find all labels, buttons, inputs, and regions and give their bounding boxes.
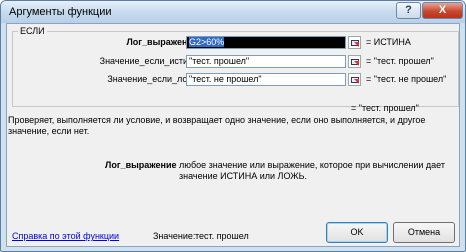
collapse-dialog-icon[interactable] <box>348 55 361 68</box>
cancel-button[interactable]: Отмена <box>393 222 455 243</box>
function-arguments-dialog: Аргументы функции ? X ЕСЛИ Лог_выражение… <box>0 0 466 252</box>
title-bar[interactable]: Аргументы функции ? X <box>1 1 465 23</box>
value-if-false-result: = "тест. не прошел" <box>366 74 447 84</box>
argument-label-value-if-false: Значение_если_ложь <box>107 74 198 84</box>
formula-value: тест. прошел <box>195 231 249 241</box>
value-if-true-result: = "тест. прошел" <box>366 56 434 66</box>
function-name: ЕСЛИ <box>18 26 47 36</box>
function-group: ЕСЛИ Лог_выражение G2>60% = ИСТИНА Значе… <box>12 26 459 107</box>
formula-result: = "тест. прошел" <box>351 103 419 113</box>
argument-help-text: любое значение или выражение, которое пр… <box>179 160 445 181</box>
help-icon[interactable]: ? <box>396 2 421 19</box>
logical-test-result: = ИСТИНА <box>366 37 411 47</box>
window-title: Аргументы функции <box>9 6 112 18</box>
dialog-body: ЕСЛИ Лог_выражение G2>60% = ИСТИНА Значе… <box>6 23 460 247</box>
value-if-true-input[interactable]: "тест. прошел" <box>186 55 346 68</box>
argument-label-value-if-true: Значение_если_истина <box>99 56 198 66</box>
collapse-dialog-icon[interactable] <box>348 36 361 49</box>
formula-value-label: Значение: <box>153 231 196 241</box>
close-icon[interactable]: X <box>422 2 463 19</box>
logical-test-input[interactable]: G2>60% <box>186 36 346 49</box>
function-description: Проверяет, выполняется ли условие, и воз… <box>8 115 426 136</box>
argument-help-name: Лог_выражение <box>105 160 177 170</box>
value-if-false-input[interactable]: "тест. не прошел" <box>186 73 346 86</box>
function-help-link[interactable]: Справка по этой функции <box>12 231 119 241</box>
collapse-dialog-icon[interactable] <box>348 73 361 86</box>
logical-test-value: G2>60% <box>189 37 225 47</box>
ok-button[interactable]: OK <box>326 222 388 243</box>
